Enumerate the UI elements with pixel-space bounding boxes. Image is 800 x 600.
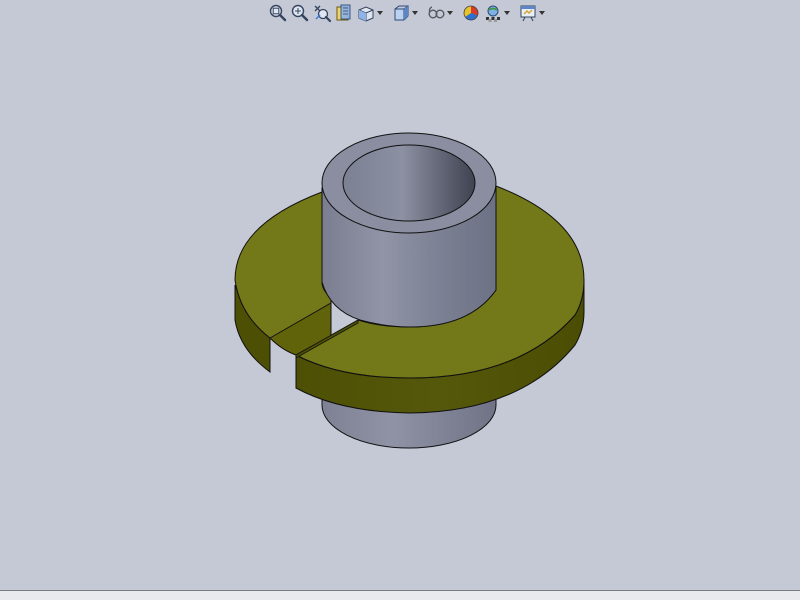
3d-part-model[interactable] bbox=[0, 0, 800, 590]
graphics-viewport[interactable] bbox=[0, 0, 800, 590]
status-bar bbox=[0, 590, 800, 600]
tube-bore bbox=[342, 144, 476, 222]
